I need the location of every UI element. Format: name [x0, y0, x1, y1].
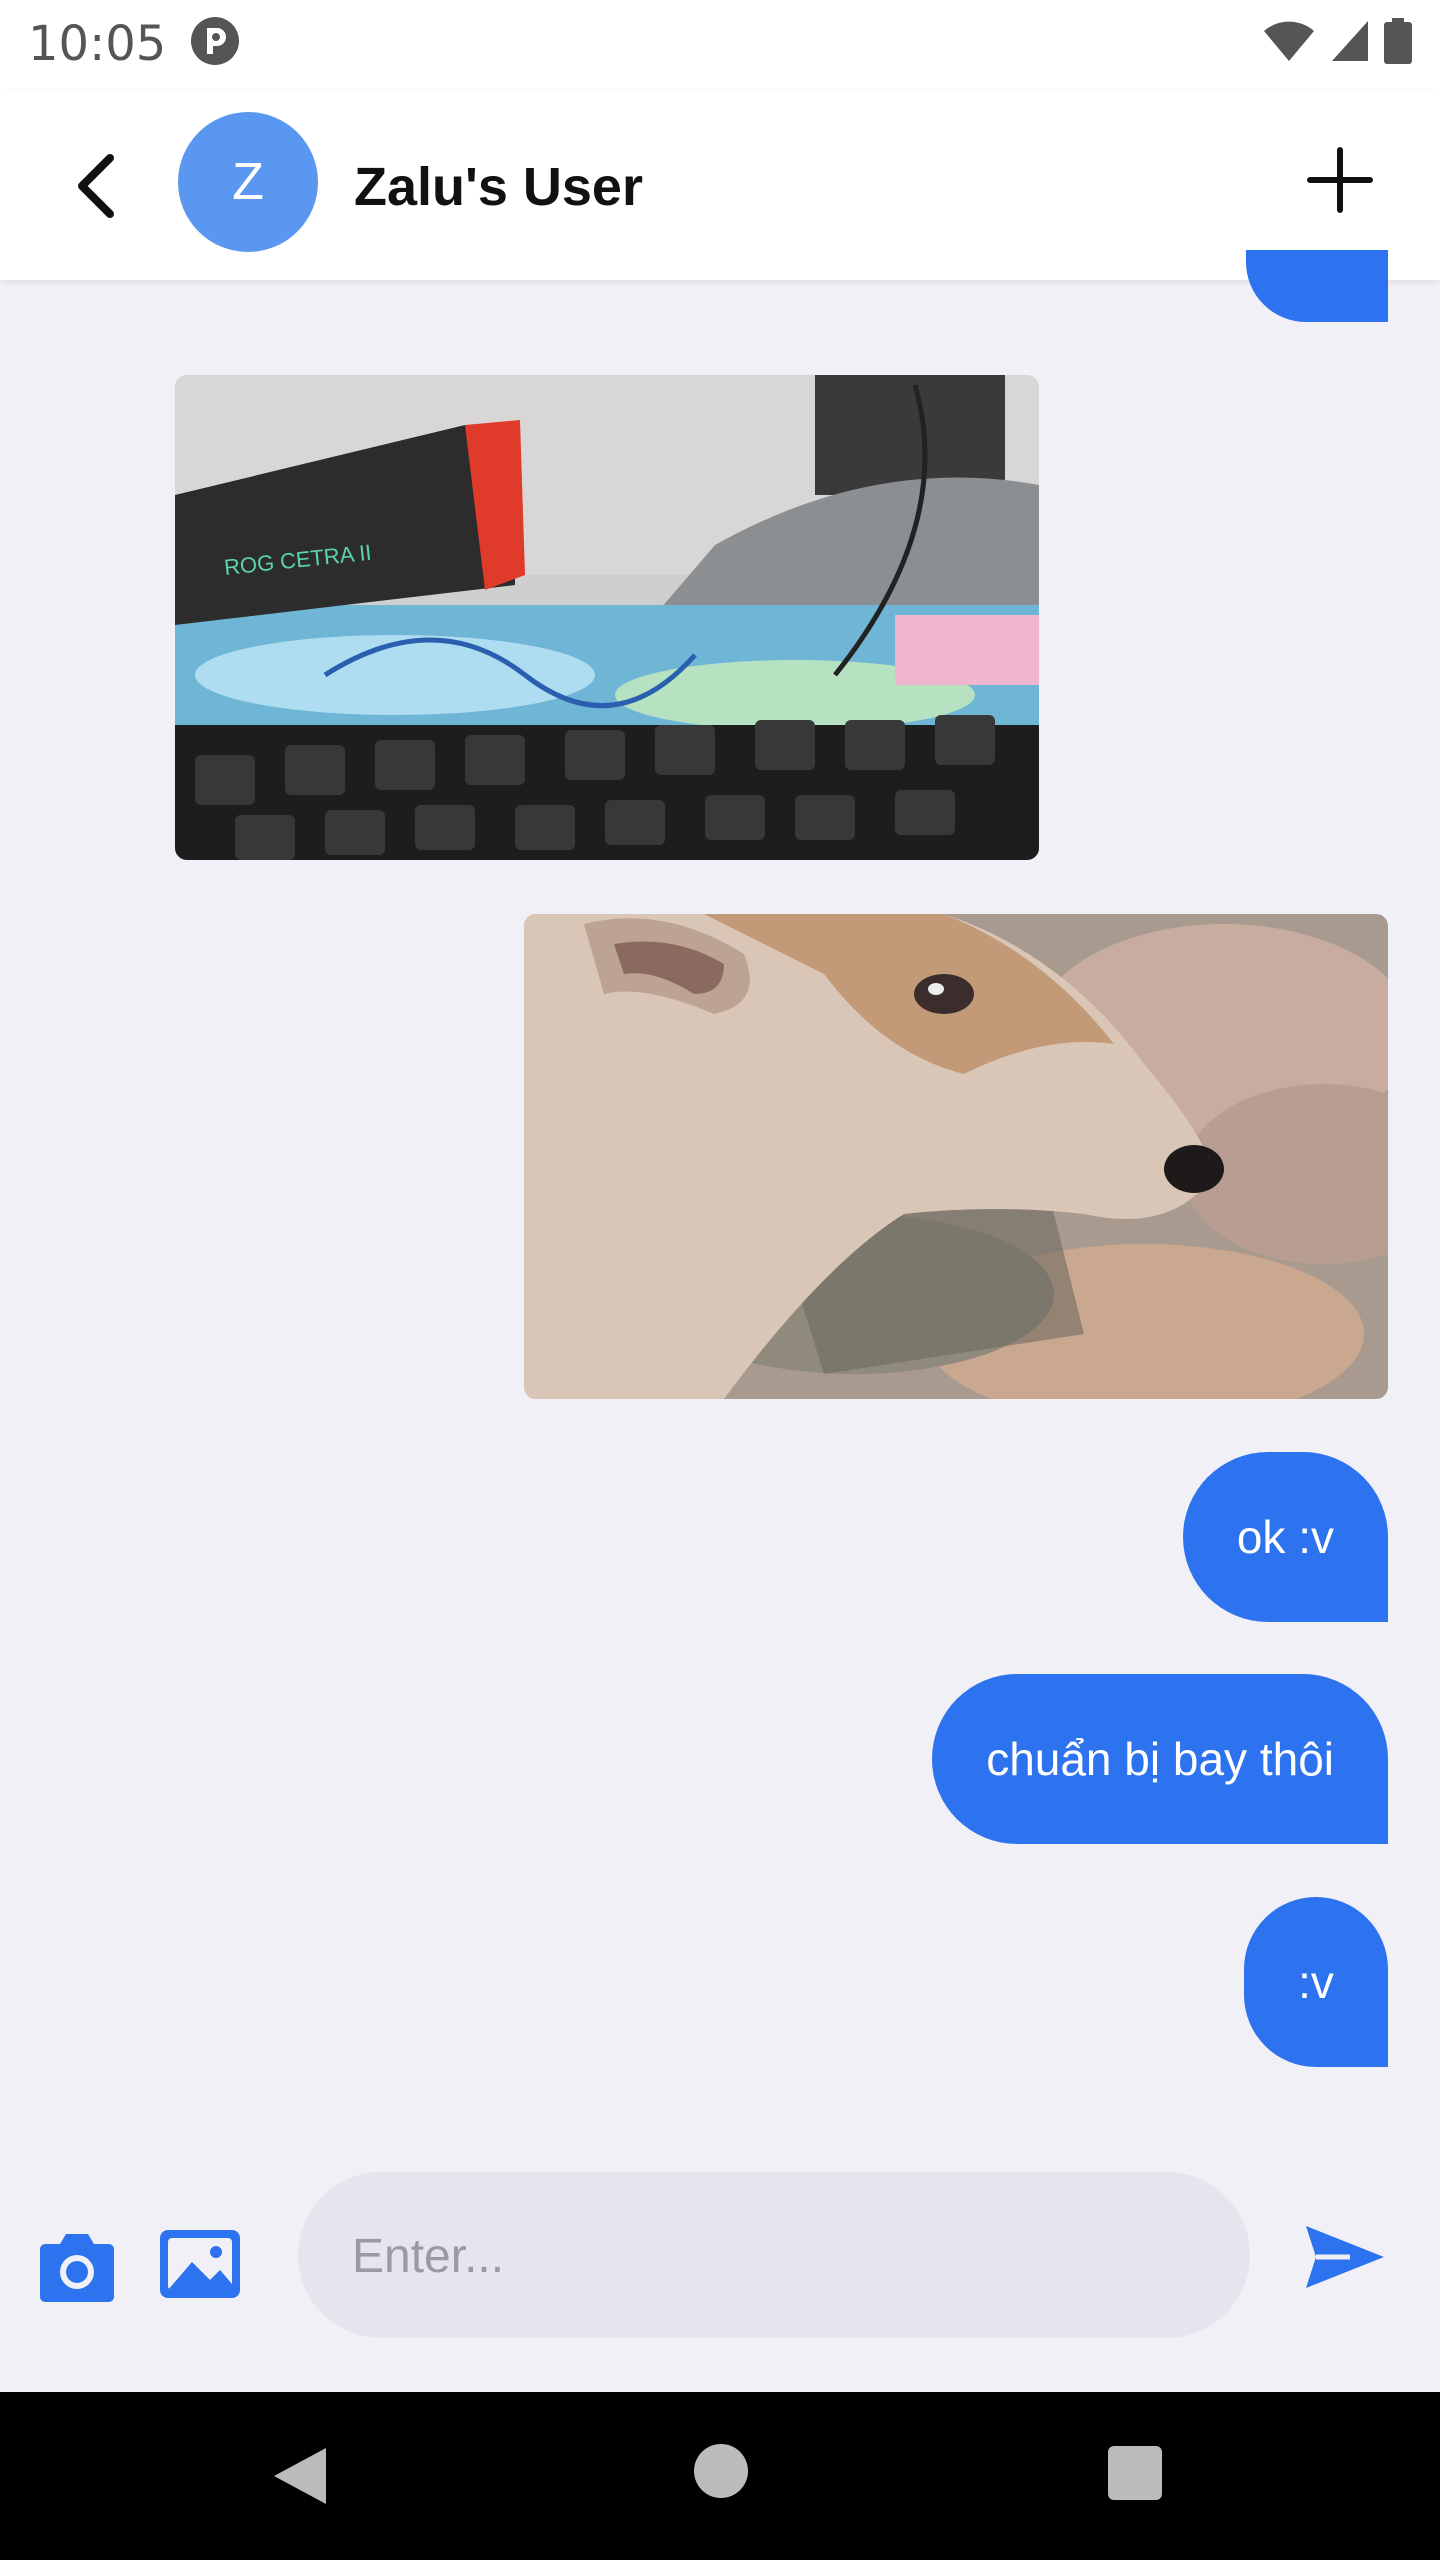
message-text: :v — [1298, 1956, 1334, 2008]
message-input[interactable] — [350, 2172, 1214, 2340]
battery-icon — [1384, 18, 1412, 64]
message-text: chuẩn bị bay thôi — [986, 1733, 1334, 1785]
status-bar: 10:05 — [0, 0, 1440, 90]
photo-dog-icon — [524, 914, 1388, 1399]
nav-home-icon[interactable] — [694, 2444, 748, 2498]
signal-icon — [1332, 21, 1368, 61]
wifi-icon — [1264, 21, 1314, 61]
avatar-initial: Z — [232, 153, 264, 211]
image-message-dog[interactable] — [524, 914, 1388, 1399]
notification-app-icon — [191, 17, 239, 65]
system-nav-bar — [0, 2392, 1440, 2560]
status-icons — [1262, 16, 1412, 66]
nav-back-icon[interactable] — [270, 2444, 330, 2508]
send-icon[interactable] — [1302, 2222, 1388, 2292]
plus-icon[interactable] — [1302, 142, 1378, 218]
message-text: ok :v — [1236, 1511, 1334, 1563]
camera-icon[interactable] — [34, 2232, 120, 2304]
status-time: 10:05 — [28, 16, 167, 72]
message-bubble[interactable]: :v — [1244, 1897, 1388, 2067]
avatar[interactable]: Z — [178, 112, 318, 252]
message-bubble[interactable]: ok :v — [1182, 1452, 1388, 1622]
nav-recents-icon[interactable] — [1108, 2446, 1162, 2500]
message-bubble[interactable]: chuẩn bị bay thôi — [932, 1674, 1388, 1844]
image-icon[interactable] — [158, 2228, 242, 2300]
back-arrow-icon[interactable] — [66, 146, 138, 226]
photo-desk-keyboard-icon: ROG CETRA II — [175, 375, 1039, 860]
message-bubble-partial[interactable] — [1246, 250, 1388, 322]
chat-header: Z Zalu's User — [0, 90, 1440, 280]
message-input-container[interactable] — [298, 2172, 1250, 2340]
contact-name[interactable]: Zalu's User — [354, 156, 643, 218]
image-message-desk[interactable]: ROG CETRA II — [175, 375, 1039, 860]
